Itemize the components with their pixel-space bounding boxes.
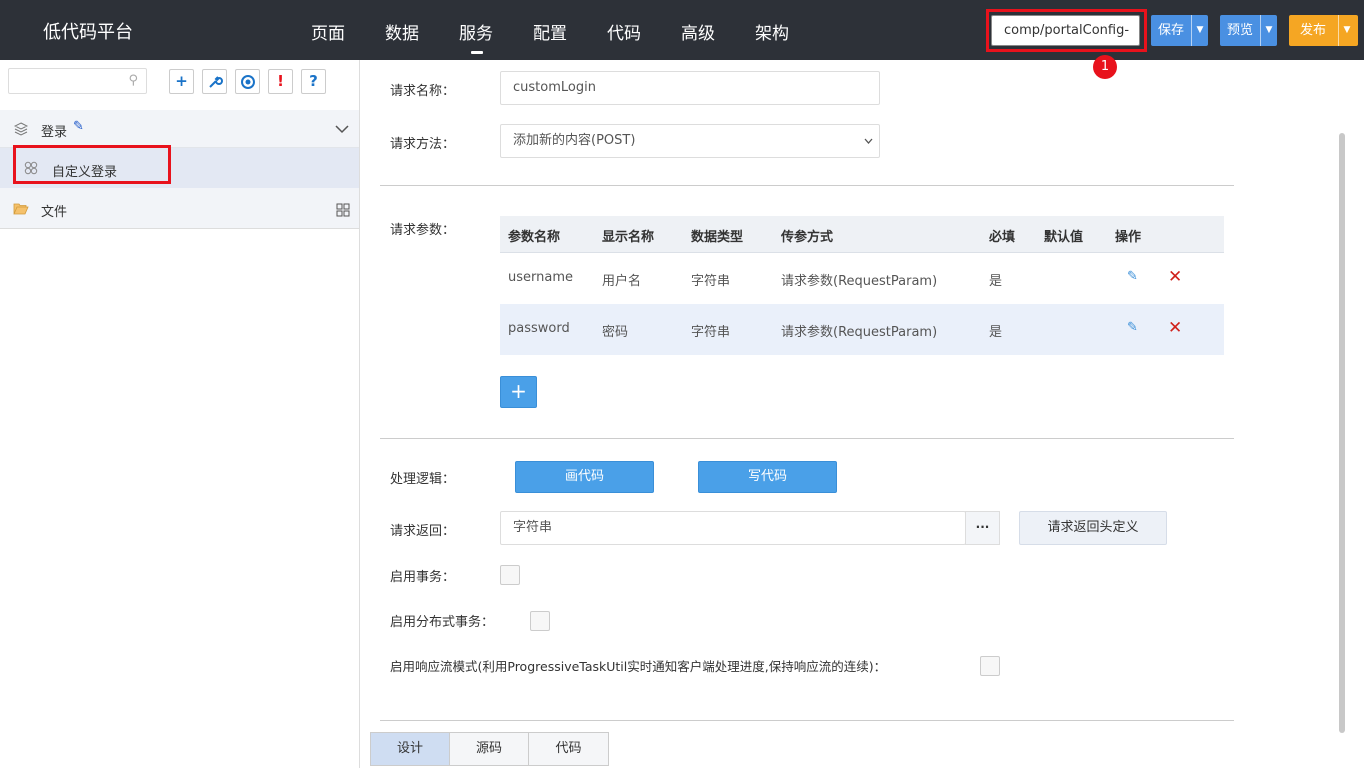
help-button[interactable]: ? [301,69,326,94]
tree-folder-label: 文件 [41,205,68,220]
nav-architecture[interactable]: 架构 [755,19,789,44]
col-actions: 操作 [1115,230,1142,245]
preview-label: 预览 [1227,23,1254,38]
cell-data-type: 字符串 [691,325,731,340]
nav-services[interactable]: 服务 [459,19,493,54]
distributed-transaction-checkbox[interactable] [530,611,550,631]
transaction-label: 启用事务： [390,570,456,585]
layers-icon [14,122,28,136]
divider [380,438,1234,439]
folder-open-icon [13,203,29,215]
stream-mode-checkbox[interactable] [980,656,1000,676]
top-bar: 低代码平台 页面 数据 服务 配置 代码 高级 架构 comp/portalCo… [0,0,1364,60]
cell-param-name: password [508,321,570,336]
delete-icon[interactable]: ✕ [1168,318,1182,338]
write-code-button[interactable]: 写代码 [698,461,837,493]
step-badge-1: 1 [1093,55,1117,79]
transaction-checkbox[interactable] [500,565,520,585]
nav-code[interactable]: 代码 [607,19,641,44]
nav-pages[interactable]: 页面 [311,19,345,44]
tree-folder-files[interactable]: 文件 [0,188,359,229]
warning-button[interactable]: ! [268,69,293,94]
cell-display-name: 密码 [602,325,629,340]
grid-icon[interactable] [336,203,350,217]
cell-required: 是 [989,325,1003,340]
request-name-label: 请求名称： [390,84,456,99]
tree-group-label: 登录 [41,125,68,140]
col-param-name: 参数名称 [508,230,561,245]
logic-label: 处理逻辑： [390,472,456,487]
publish-label: 发布 [1300,23,1327,38]
nav-config[interactable]: 配置 [533,19,567,44]
chevron-down-icon [864,138,873,144]
main-nav: 页面 数据 服务 配置 代码 高级 架构 [311,19,829,54]
target-icon[interactable] [235,69,260,94]
cell-pass-mode: 请求参数(RequestParam) [781,274,938,289]
tab-source[interactable]: 源码 [450,733,529,765]
request-name-input[interactable]: customLogin [500,71,880,105]
cell-required: 是 [989,274,1003,289]
distributed-transaction-label: 启用分布式事务： [390,615,495,630]
return-type-more-button[interactable]: ··· [965,511,1000,545]
col-required: 必填 [989,230,1016,245]
request-method-value: 添加新的内容(POST) [513,133,636,148]
request-method-label: 请求方法： [390,137,456,152]
bottom-tabs: 设计 源码 代码 [370,732,609,766]
sidebar: ⚲ + ! ? 登录 ✎ 自定义登录 2 文件 [0,60,360,768]
publish-button[interactable]: 发布 ▼ [1289,15,1358,46]
nav-advanced[interactable]: 高级 [681,19,715,44]
params-table: 参数名称 显示名称 数据类型 传参方式 必填 默认值 操作 username 用… [500,216,1224,355]
preview-button[interactable]: 预览 ▼ [1220,15,1278,46]
highlight-box-2 [13,145,171,184]
edit-icon[interactable]: ✎ [1127,320,1138,335]
edit-pencil-icon[interactable]: ✎ [73,119,84,134]
vertical-scrollbar[interactable] [1339,133,1345,733]
tab-code[interactable]: 代码 [529,733,608,765]
cell-pass-mode: 请求参数(RequestParam) [781,325,938,340]
wrench-icon[interactable] [202,69,227,94]
divider [380,185,1234,186]
request-params-label: 请求参数： [390,223,456,238]
col-pass-mode: 传参方式 [781,230,834,245]
col-default: 默认值 [1044,230,1084,245]
cell-display-name: 用户名 [602,274,642,289]
preview-dropdown-icon[interactable]: ▼ [1260,15,1277,46]
col-data-type: 数据类型 [691,230,744,245]
add-button[interactable]: + [169,69,194,94]
search-icon: ⚲ [128,73,138,88]
save-dropdown-icon[interactable]: ▼ [1191,15,1208,46]
divider [380,720,1234,721]
highlight-box-1 [986,9,1147,52]
publish-dropdown-icon[interactable]: ▼ [1338,15,1355,46]
table-row: password 密码 字符串 请求参数(RequestParam) 是 ✎ ✕ [500,304,1224,355]
stream-mode-label: 启用响应流模式(利用ProgressiveTaskUtil实时通知客户端处理进度… [390,659,887,674]
table-header: 参数名称 显示名称 数据类型 传参方式 必填 默认值 操作 [500,216,1224,253]
edit-icon[interactable]: ✎ [1127,269,1138,284]
return-header-button[interactable]: 请求返回头定义 [1019,511,1167,545]
sidebar-search-input[interactable]: ⚲ [8,68,147,94]
table-row: username 用户名 字符串 请求参数(RequestParam) 是 ✎ … [500,253,1224,304]
tree-group-login[interactable]: 登录 ✎ [0,110,359,148]
save-button[interactable]: 保存 ▼ [1151,15,1209,46]
col-display-name: 显示名称 [602,230,655,245]
chevron-down-icon[interactable] [335,125,349,134]
return-type-input[interactable]: 字符串 [500,511,966,545]
request-method-select[interactable]: 添加新的内容(POST) [500,124,880,158]
draw-code-button[interactable]: 画代码 [515,461,654,493]
tab-design[interactable]: 设计 [371,733,450,765]
delete-icon[interactable]: ✕ [1168,267,1182,287]
cell-data-type: 字符串 [691,274,731,289]
app-title: 低代码平台 [43,22,133,43]
save-label: 保存 [1158,23,1185,38]
return-label: 请求返回： [390,524,456,539]
add-param-button[interactable]: + [500,376,537,408]
cell-param-name: username [508,270,573,285]
nav-data[interactable]: 数据 [385,19,419,44]
